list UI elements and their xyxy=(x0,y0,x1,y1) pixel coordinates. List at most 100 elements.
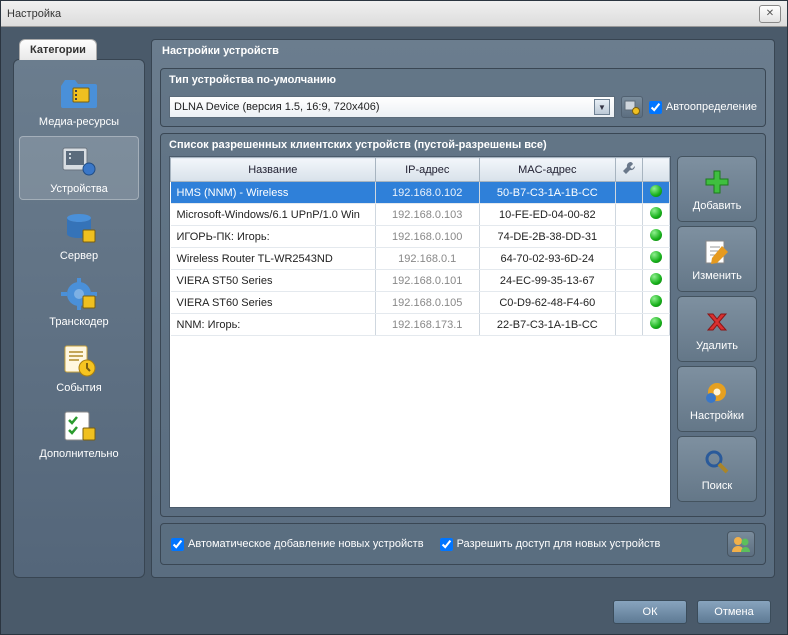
cell-tools xyxy=(615,292,642,314)
devices-icon xyxy=(57,141,101,181)
cell-name: VIERA ST60 Series xyxy=(171,292,376,314)
cell-name: ИГОРЬ-ПК: Игорь: xyxy=(171,226,376,248)
folder-media-icon xyxy=(57,74,101,114)
checklist-icon xyxy=(57,406,101,446)
col-status[interactable] xyxy=(642,158,669,182)
cell-name: NNM: Игорь: xyxy=(171,314,376,336)
settings-window: Настройка ✕ Категории Медиа-ресурсы Устр… xyxy=(0,0,788,635)
device-table[interactable]: Название IP-адрес MAC-адрес xyxy=(169,156,671,508)
cell-ip: 192.168.0.100 xyxy=(375,226,479,248)
default-type-combo[interactable]: DLNA Device (версия 1.5, 16:9, 720x406) … xyxy=(169,96,615,118)
default-type-group: Тип устройства по-умолчанию DLNA Device … xyxy=(160,68,766,127)
cell-mac: 74-DE-2B-38-DD-31 xyxy=(479,226,615,248)
server-icon xyxy=(57,208,101,248)
cell-status xyxy=(642,226,669,248)
category-label: Сервер xyxy=(60,250,98,262)
table-row[interactable]: Microsoft-Windows/6.1 UPnP/1.0 Win192.16… xyxy=(171,204,670,226)
plus-icon xyxy=(701,167,733,197)
ok-button[interactable]: ОК xyxy=(613,600,687,624)
col-name[interactable]: Название xyxy=(171,158,376,182)
col-tools[interactable] xyxy=(615,158,642,182)
cell-mac: 10-FE-ED-04-00-82 xyxy=(479,204,615,226)
cell-status xyxy=(642,204,669,226)
default-type-label: Тип устройства по-умолчанию xyxy=(161,69,765,91)
chevron-down-icon[interactable]: ▼ xyxy=(594,99,610,115)
category-transcoder[interactable]: Транскодер xyxy=(19,270,139,332)
cell-tools xyxy=(615,314,642,336)
table-row[interactable]: VIERA ST50 Series192.168.0.10124-EC-99-3… xyxy=(171,270,670,292)
table-row[interactable]: ИГОРЬ-ПК: Игорь:192.168.0.10074-DE-2B-38… xyxy=(171,226,670,248)
category-media-resources[interactable]: Медиа-ресурсы xyxy=(19,70,139,132)
cell-ip: 192.168.0.105 xyxy=(375,292,479,314)
auto-add-checkbox[interactable]: Автоматическое добавление новых устройст… xyxy=(171,538,424,551)
category-label: Устройства xyxy=(50,183,108,195)
cell-mac: 64-70-02-93-6D-24 xyxy=(479,248,615,270)
table-row[interactable]: NNM: Игорь:192.168.173.122-B7-C3-1A-1B-C… xyxy=(171,314,670,336)
col-mac[interactable]: MAC-адрес xyxy=(479,158,615,182)
status-dot-icon xyxy=(650,317,662,329)
status-dot-icon xyxy=(650,273,662,285)
autodetect-label: Автоопределение xyxy=(666,101,757,113)
events-icon xyxy=(57,340,101,380)
table-row[interactable]: Wireless Router TL-WR2543ND192.168.0.164… xyxy=(171,248,670,270)
status-dot-icon xyxy=(650,295,662,307)
cell-mac: 22-B7-C3-1A-1B-CC xyxy=(479,314,615,336)
category-devices[interactable]: Устройства xyxy=(19,136,139,200)
category-label: Дополнительно xyxy=(39,448,118,460)
cell-name: Microsoft-Windows/6.1 UPnP/1.0 Win xyxy=(171,204,376,226)
auto-add-input[interactable] xyxy=(171,538,184,551)
cell-status xyxy=(642,248,669,270)
search-icon xyxy=(701,447,733,477)
category-label: Транскодер xyxy=(49,316,108,328)
cell-ip: 192.168.0.101 xyxy=(375,270,479,292)
cell-tools xyxy=(615,204,642,226)
dialog-footer: ОК Отмена xyxy=(1,590,787,634)
panel-title: Настройки устройств xyxy=(152,40,774,62)
window-title: Настройка xyxy=(7,8,759,20)
cell-tools xyxy=(615,226,642,248)
device-list-label: Список разрешенных клиентских устройств … xyxy=(161,134,765,156)
cell-status xyxy=(642,292,669,314)
category-events[interactable]: События xyxy=(19,336,139,398)
col-ip[interactable]: IP-адрес xyxy=(375,158,479,182)
table-row[interactable]: HMS (NNM) - Wireless192.168.0.10250-B7-C… xyxy=(171,182,670,204)
cell-name: VIERA ST50 Series xyxy=(171,270,376,292)
categories-tab: Категории xyxy=(19,39,97,60)
allow-new-input[interactable] xyxy=(440,538,453,551)
wrench-icon xyxy=(622,161,636,175)
settings-button[interactable]: Настройки xyxy=(677,366,757,432)
autodetect-checkbox[interactable]: Автоопределение xyxy=(649,101,757,114)
main-panel: Настройки устройств Тип устройства по-ум… xyxy=(151,39,775,578)
allow-new-checkbox[interactable]: Разрешить доступ для новых устройств xyxy=(440,538,661,551)
cell-tools xyxy=(615,248,642,270)
status-dot-icon xyxy=(650,185,662,197)
autodetect-input[interactable] xyxy=(649,101,662,114)
cell-mac: 24-EC-99-35-13-67 xyxy=(479,270,615,292)
close-button[interactable]: ✕ xyxy=(759,5,781,23)
cell-ip: 192.168.0.1 xyxy=(375,248,479,270)
edit-button[interactable]: Изменить xyxy=(677,226,757,292)
status-dot-icon xyxy=(650,207,662,219)
category-additional[interactable]: Дополнительно xyxy=(19,402,139,464)
search-button[interactable]: Поиск xyxy=(677,436,757,502)
table-row[interactable]: VIERA ST60 Series192.168.0.105C0-D9-62-4… xyxy=(171,292,670,314)
cell-ip: 192.168.173.1 xyxy=(375,314,479,336)
category-server[interactable]: Сервер xyxy=(19,204,139,266)
category-label: Медиа-ресурсы xyxy=(39,116,119,128)
cell-mac: C0-D9-62-48-F4-60 xyxy=(479,292,615,314)
cell-status xyxy=(642,314,669,336)
add-button[interactable]: Добавить xyxy=(677,156,757,222)
users-icon[interactable] xyxy=(727,531,755,557)
device-picker-icon[interactable] xyxy=(621,96,643,118)
cell-ip: 192.168.0.103 xyxy=(375,204,479,226)
titlebar: Настройка ✕ xyxy=(1,1,787,27)
cell-tools xyxy=(615,182,642,204)
combo-value: DLNA Device (версия 1.5, 16:9, 720x406) xyxy=(174,101,594,113)
gear-transcoder-icon xyxy=(57,274,101,314)
status-dot-icon xyxy=(650,229,662,241)
delete-button[interactable]: Удалить xyxy=(677,296,757,362)
delete-icon xyxy=(701,307,733,337)
cancel-button[interactable]: Отмена xyxy=(697,600,771,624)
gear-icon xyxy=(701,377,733,407)
cell-name: HMS (NNM) - Wireless xyxy=(171,182,376,204)
